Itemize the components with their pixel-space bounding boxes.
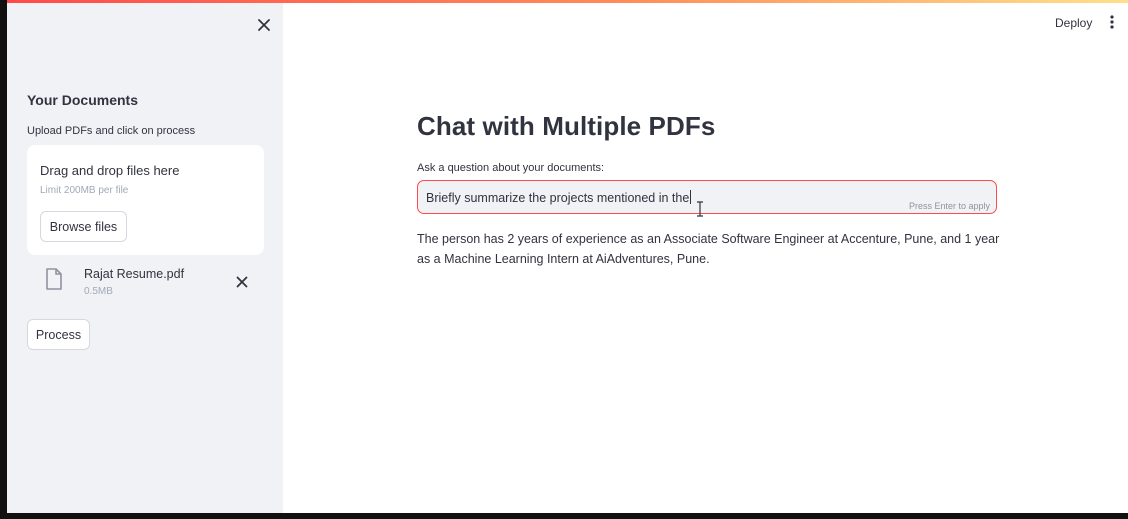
- deploy-button[interactable]: Deploy: [1055, 16, 1092, 30]
- file-name: Rajat Resume.pdf: [84, 267, 185, 281]
- uploaded-file-item: Rajat Resume.pdf 0.5MB: [27, 262, 264, 302]
- close-icon[interactable]: [255, 16, 273, 34]
- question-input[interactable]: Briefly summarize the projects mentioned…: [417, 180, 997, 214]
- remove-icon[interactable]: [234, 274, 250, 290]
- question-text: Briefly summarize the projects mentioned…: [426, 191, 690, 205]
- answer-text: The person has 2 years of experience as …: [417, 232, 1000, 266]
- sidebar: Your Documents Upload PDFs and click on …: [7, 3, 283, 513]
- main-content: Deploy Chat with Multiple PDFs Ask a que…: [283, 3, 1128, 513]
- page-title: Chat with Multiple PDFs: [417, 111, 716, 141]
- dropzone-limit: Limit 200MB per file: [40, 185, 129, 196]
- input-hint: Press Enter to apply: [908, 201, 990, 211]
- text-caret: [690, 190, 692, 204]
- uploader-caption: Upload PDFs and click on process: [27, 125, 196, 137]
- dropzone-title: Drag and drop files here: [40, 163, 180, 178]
- process-button[interactable]: Process: [27, 319, 90, 350]
- bottom-edge: [0, 513, 1128, 519]
- text-cursor-icon: [697, 201, 703, 217]
- file-icon: [46, 268, 62, 290]
- more-vert-icon[interactable]: [1107, 13, 1117, 31]
- sidebar-title: Your Documents: [27, 92, 138, 108]
- app-window: Your Documents Upload PDFs and click on …: [7, 0, 1128, 513]
- file-dropzone[interactable]: Drag and drop files here Limit 200MB per…: [27, 145, 264, 255]
- question-label: Ask a question about your documents:: [417, 162, 605, 174]
- file-size: 0.5MB: [84, 286, 113, 297]
- question-input-value[interactable]: Briefly summarize the projects mentioned…: [426, 190, 692, 205]
- browse-files-button[interactable]: Browse files: [40, 211, 127, 242]
